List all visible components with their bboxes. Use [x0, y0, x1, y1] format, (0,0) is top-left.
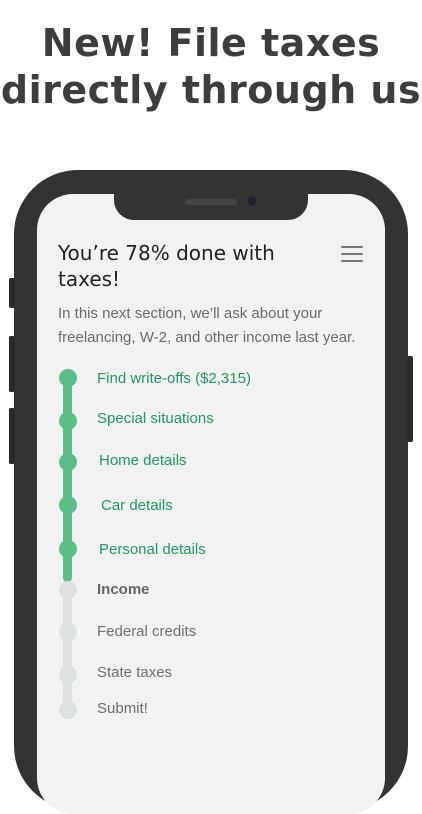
phone-notch: [114, 194, 308, 220]
phone-volume-up-button: [9, 336, 15, 392]
phone-power-button: [407, 356, 413, 442]
step-income[interactable]: Income: [97, 581, 150, 599]
step-state-taxes[interactable]: State taxes: [97, 664, 172, 682]
progress-title: You’re 78% done with taxes!: [58, 241, 275, 291]
menu-bar: [341, 246, 363, 248]
step-dot-todo: [58, 701, 77, 719]
step-special-situations[interactable]: Special situations: [97, 410, 214, 428]
phone-mute-switch: [9, 278, 15, 308]
section-intro-text: In this next section, we’ll ask about yo…: [58, 305, 356, 346]
step-dot-done: [58, 453, 77, 471]
step-dot-todo: [58, 623, 77, 641]
progress-rail-remaining: [63, 582, 72, 712]
step-dot-todo: [58, 666, 77, 684]
step-dot-current: [58, 581, 77, 599]
step-find-write-offs[interactable]: Find write-offs ($2,315): [97, 370, 251, 388]
promo-headline: New! File taxes directly through us: [0, 20, 422, 114]
hamburger-menu-icon[interactable]: [341, 246, 363, 262]
step-dot-done: [58, 496, 77, 514]
step-dot-done: [58, 369, 77, 387]
menu-bar: [341, 260, 363, 262]
menu-bar: [341, 253, 363, 255]
step-dot-done: [58, 540, 77, 558]
headline-line-1: New! File taxes: [41, 21, 381, 65]
step-federal-credits[interactable]: Federal credits: [97, 623, 196, 641]
phone-camera: [248, 197, 256, 205]
phone-speaker: [185, 199, 237, 205]
step-submit[interactable]: Submit!: [97, 700, 148, 718]
step-home-details[interactable]: Home details: [99, 452, 187, 470]
step-car-details[interactable]: Car details: [101, 497, 173, 515]
step-dot-done: [58, 412, 77, 430]
headline-line-2: directly through us: [0, 68, 422, 112]
phone-volume-down-button: [9, 408, 15, 464]
step-personal-details[interactable]: Personal details: [99, 541, 206, 559]
